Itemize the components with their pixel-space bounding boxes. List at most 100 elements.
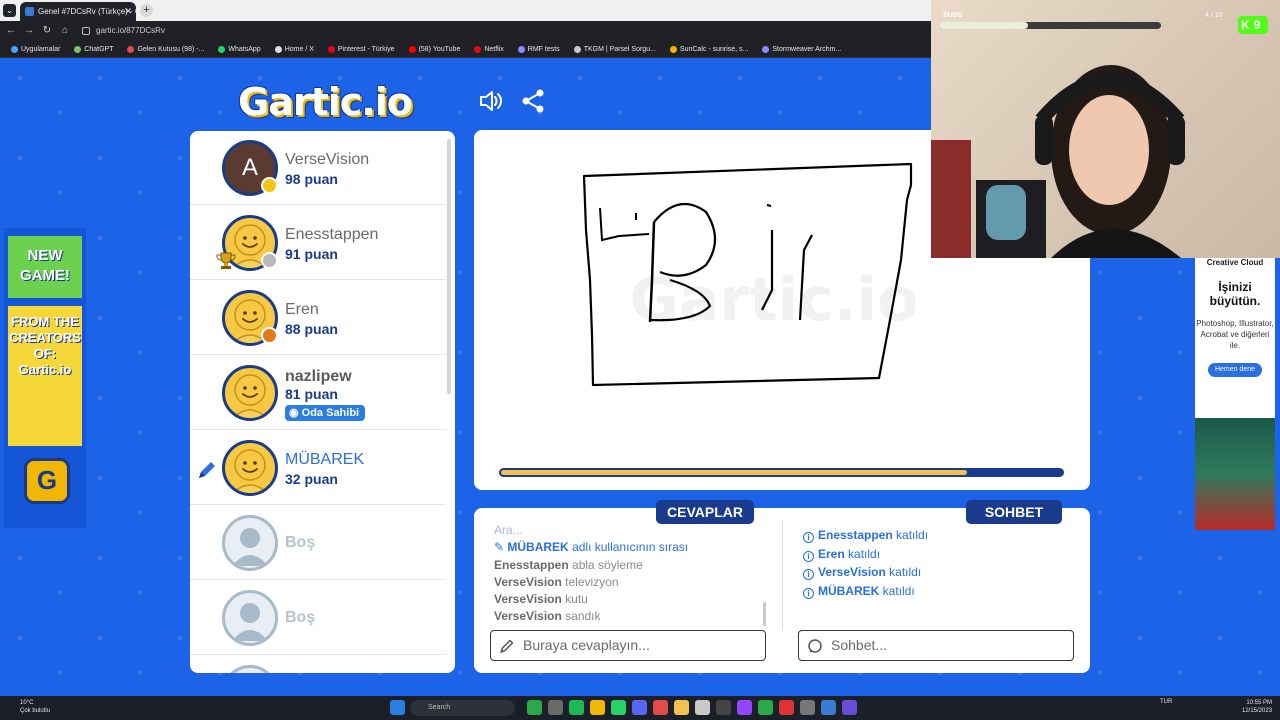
gartic-g-icon: G (24, 458, 70, 504)
bookmark-label: Gelen Kutusu (98) -... (137, 45, 205, 53)
chat-text: katıldı (892, 528, 929, 542)
chat-user: Enesstappen (818, 528, 893, 542)
bookmark-label: SunCalc - sunrise, s... (679, 45, 749, 53)
answer-text: sandık (561, 609, 601, 622)
player-row[interactable]: Enesstappen 91 puan (190, 206, 446, 280)
player-row[interactable]: MÜBAREK 32 puan (190, 431, 446, 505)
taskbar-app-icon[interactable] (821, 700, 836, 715)
new-tab-icon[interactable]: + (140, 4, 153, 17)
empty-slot-label: Boş (285, 609, 316, 626)
taskbar-app-icon[interactable] (569, 700, 584, 715)
info-icon: i (803, 587, 814, 599)
drawing-pencil-icon (199, 462, 215, 478)
bookmark-icon (218, 45, 226, 53)
taskbar-app-icon[interactable] (716, 700, 731, 715)
taskbar-app-icon[interactable] (611, 700, 626, 715)
status-dot-grey (261, 252, 278, 269)
taskbar-app-icon[interactable] (695, 700, 710, 715)
sound-icon[interactable] (478, 88, 504, 114)
bookmark-item[interactable]: ChatGPT (69, 45, 118, 53)
player-name: MÜBAREK (285, 451, 365, 468)
player-score: 91 puan (285, 246, 338, 262)
taskbar-app-icon[interactable] (548, 700, 563, 715)
address-bar[interactable]: gartic.io/877DCsRv (80, 24, 980, 38)
chat-message: i Enesstappen katıldı (803, 526, 1073, 545)
answer-text: abla söyleme (568, 557, 643, 572)
bookmark-item[interactable]: WhatsApp (213, 45, 265, 53)
bookmark-item[interactable]: (58) YouTube (404, 45, 466, 53)
bookmark-item[interactable]: Home / X (270, 45, 319, 53)
chat-message: i VerseVision katıldı (803, 563, 1073, 582)
empty-slot[interactable]: Boş (190, 506, 446, 580)
left-ad-banner[interactable]: NEW GAME! FROM THE CREATORS OF: Gartic.i… (4, 228, 86, 528)
bookmark-item[interactable]: Pinterest - Türkiye (323, 45, 400, 53)
empty-slot[interactable] (190, 656, 446, 673)
subs-label: SUBS (943, 12, 963, 19)
taskbar-app-icon[interactable] (590, 700, 605, 715)
bookmark-item[interactable]: Netflix (469, 45, 508, 53)
player-row[interactable]: A VerseVision 98 puan (190, 131, 446, 205)
browser-tab[interactable]: Genel #7DCsRv (Türkçe) - Gartic ✕ (20, 2, 136, 21)
player-row[interactable]: Eren 88 puan (190, 281, 446, 355)
clock[interactable]: 10:55 PM 12/15/2023 (1242, 699, 1272, 715)
bookmark-item[interactable]: Stormweaver Archm... (757, 45, 846, 53)
subs-count: 4 / 10 (1205, 12, 1223, 19)
ad-cta-button[interactable]: Hemen dene (1208, 363, 1262, 377)
bookmark-item[interactable]: TKGM | Parsel Sorgu... (569, 45, 661, 53)
taskbar-app-icon[interactable] (779, 700, 794, 715)
taskbar-app-icon[interactable] (527, 700, 542, 715)
bookmark-item[interactable]: RMF tests (513, 45, 565, 53)
right-ad-banner[interactable]: Creative Cloud İşinizi büyütün. Photosho… (1195, 258, 1275, 530)
clock-date: 12/15/2023 (1242, 708, 1273, 714)
bookmark-label: RMF tests (527, 45, 560, 53)
smiley-avatar-icon (232, 449, 268, 493)
chat-text: katıldı (879, 583, 915, 598)
taskbar-app-icon[interactable] (390, 700, 405, 715)
tab-favicon-icon (25, 7, 34, 16)
taskbar-app-icon[interactable] (632, 700, 647, 715)
tab-search-icon[interactable]: ⌄ (3, 4, 16, 17)
tray-language[interactable]: TUR (1160, 699, 1172, 705)
site-info-icon[interactable] (82, 27, 90, 35)
reload-icon[interactable]: ↻ (40, 24, 54, 38)
system-message: ✎ MÜBAREK adlı kullanıcının sırası (494, 539, 766, 556)
taskbar-app-icon[interactable] (800, 700, 815, 715)
pencil-icon (500, 639, 514, 653)
answer-placeholder: Buraya cevaplayın... (523, 637, 650, 653)
bookmark-label: Netflix (484, 45, 504, 53)
weather-widget[interactable]: 10°C Çok bulutlu (20, 699, 50, 715)
empty-slot[interactable]: Boş (190, 581, 446, 655)
home-icon[interactable]: ⌂ (58, 24, 72, 38)
tab-title: Genel #7DCsRv (Türkçe) - Gartic (38, 7, 136, 16)
answer-user: MÜBAREK (507, 540, 569, 555)
taskbar-app-icon[interactable] (674, 700, 689, 715)
answers-tab[interactable]: CEVAPLAR (656, 500, 754, 524)
player-list-scrollbar[interactable] (447, 139, 451, 394)
bookmark-item[interactable]: SunCalc - sunrise, s... (665, 45, 753, 53)
answers-scrollbar[interactable] (763, 602, 766, 626)
chat-user: MÜBAREK (818, 583, 880, 598)
taskbar-app-icon[interactable] (842, 700, 857, 715)
forward-icon[interactable]: → (22, 24, 36, 38)
back-icon[interactable]: ← (4, 24, 18, 38)
taskbar-app-icon[interactable] (758, 700, 773, 715)
panel-divider (782, 520, 783, 630)
answer-input[interactable]: Buraya cevaplayın... (490, 630, 766, 661)
bookmark-item[interactable]: Gelen Kutusu (98) -... (122, 45, 209, 53)
player-row[interactable]: nazlipew 81 puan ◉ Oda Sahibi (190, 356, 446, 430)
share-icon[interactable] (520, 88, 546, 114)
tab-close-icon[interactable]: ✕ (124, 2, 132, 21)
bookmark-icon (408, 45, 416, 53)
streamer-webcam: SUBS 4 / 10 K9 (931, 0, 1280, 258)
bookmark-item[interactable]: Uygulamalar (6, 45, 65, 53)
ad-creators-text: FROM THE CREATORS OF: (9, 314, 81, 361)
bookmark-icon (517, 45, 525, 53)
bookmark-label: Pinterest - Türkiye (337, 45, 395, 53)
taskbar-app-icon[interactable] (737, 700, 752, 715)
player-name: VerseVision (285, 151, 370, 168)
chat-input[interactable]: Sohbet... (798, 630, 1074, 661)
chat-tab[interactable]: SOHBET (966, 500, 1062, 524)
windows-taskbar: 10°C Çok bulutlu Search TUR 10:55 PM 12/… (0, 696, 1280, 720)
gartic-logo[interactable]: Gartic.io (238, 80, 413, 124)
taskbar-app-icon[interactable] (653, 700, 668, 715)
